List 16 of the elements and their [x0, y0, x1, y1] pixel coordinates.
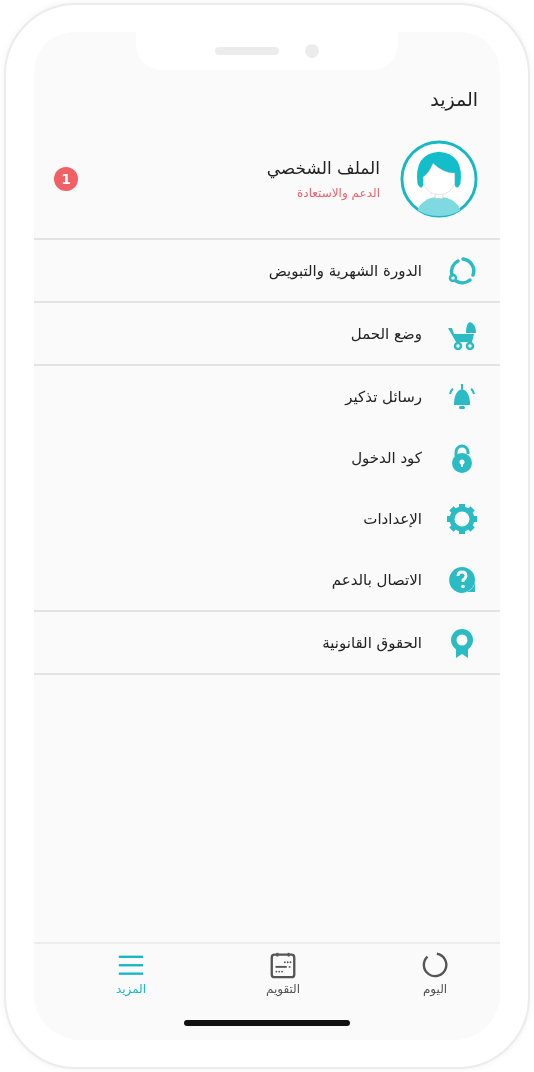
- profile-name[interactable]: الملف الشخصي: [266, 158, 380, 178]
- avatar-icon[interactable]: [400, 140, 478, 218]
- calendar-icon: [268, 950, 298, 980]
- page-title: المزيد: [430, 88, 478, 110]
- menu-item[interactable]: الإعدادات: [34, 488, 500, 549]
- tab[interactable]: التقويم: [238, 950, 328, 1012]
- notification-badge: 1: [54, 167, 78, 191]
- menu-item[interactable]: الحقوق القانونية: [34, 612, 500, 673]
- cycle-icon: [446, 254, 478, 287]
- menu-item[interactable]: الاتصال بالدعم: [34, 549, 500, 610]
- menu-item[interactable]: وضع الحمل: [34, 303, 500, 364]
- menu-item[interactable]: رسائل تذكير: [34, 366, 500, 427]
- menu-item[interactable]: كود الدخول: [34, 427, 500, 488]
- tab[interactable]: اليوم: [390, 950, 480, 1012]
- settings-icon: [446, 502, 478, 535]
- menu-item[interactable]: الدورة الشهرية والتبويض: [34, 240, 500, 301]
